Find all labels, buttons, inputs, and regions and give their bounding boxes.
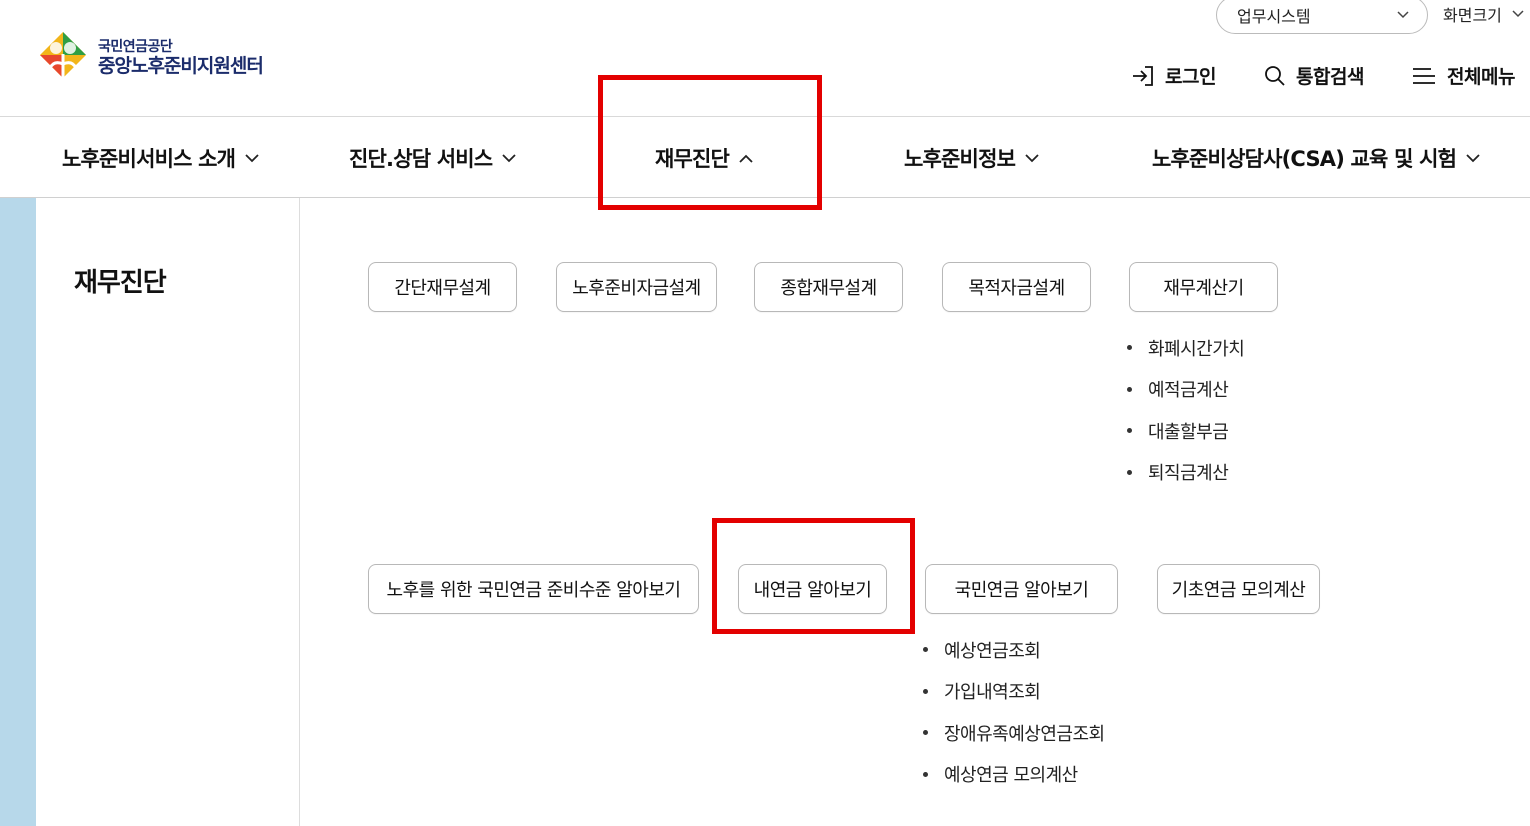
side-accent-strip [0,198,36,826]
bullet-icon [1127,345,1132,351]
list-item-label: 예상연금조회 [944,640,1041,662]
list-item[interactable]: 화폐시간가치 [1127,327,1245,369]
search-label: 통합검색 [1296,66,1364,88]
list-item-label: 장애유족예상연금조회 [944,723,1105,745]
bullet-icon [923,688,928,694]
integrated-search-link[interactable]: 통합검색 [1264,62,1364,89]
site-logo[interactable]: 국민연금공단 중앙노후준비지원센터 [34,30,304,86]
gnb-label: 노후준비정보 [904,147,1016,171]
gnb-label: 진단.상담 서비스 [349,147,493,171]
gnb-item-service-intro[interactable]: 노후준비서비스 소개 [62,140,259,176]
gnb-label: 노후준비상담사(CSA) 교육 및 시험 [1152,147,1457,171]
login-link[interactable]: 로그인 [1131,62,1216,89]
submenu-title: 재무진단 [74,268,167,298]
national-pension-sub-list: 예상연금조회 가입내역조회 장애유족예상연금조회 예상연금 모의계산 [923,629,1105,795]
comprehensive-financial-plan-button[interactable]: 종합재무설계 [754,262,903,312]
list-item-label: 예상연금 모의계산 [944,765,1078,787]
biz-system-label: 업무시스템 [1237,7,1311,26]
simple-financial-plan-button[interactable]: 간단재무설계 [368,262,517,312]
gnb-label: 노후준비서비스 소개 [62,147,236,171]
all-menu-button[interactable]: 전체메뉴 [1411,62,1515,89]
pension-readiness-button[interactable]: 노후를 위한 국민연금 준비수준 알아보기 [368,564,699,614]
submenu-divider [299,198,300,826]
screen-size-label: 화면크기 [1443,6,1502,25]
list-item[interactable]: 장애유족예상연금조회 [923,712,1105,754]
national-pension-button[interactable]: 국민연금 알아보기 [925,564,1118,614]
login-label: 로그인 [1165,66,1216,88]
list-item[interactable]: 대출할부금 [1127,410,1244,452]
nps-logo-icon [40,32,86,84]
logo-org-name: 국민연금공단 [98,39,173,55]
list-item-label: 예적금계산 [1148,380,1229,402]
logo-center-name: 중앙노후준비지원센터 [98,55,264,77]
chevron-down-icon [1025,153,1039,162]
gnb-item-retirement-info[interactable]: 노후준비정보 [904,140,1039,176]
chevron-down-icon [245,153,259,162]
chevron-down-icon [1397,11,1409,19]
purpose-fund-plan-button[interactable]: 목적자금설계 [942,262,1091,312]
list-item[interactable]: 예적금계산 [1127,369,1244,411]
highlight-box-gnb [598,75,822,210]
login-icon [1133,65,1153,86]
hamburger-icon [1413,67,1435,84]
list-item-label: 가입내역조회 [944,682,1041,704]
list-item[interactable]: 가입내역조회 [923,671,1105,713]
chevron-down-icon [1466,153,1480,162]
financial-calculator-button[interactable]: 재무계산기 [1129,262,1278,312]
chevron-down-icon [502,153,516,162]
list-item-label: 퇴직금계산 [1148,463,1229,485]
bullet-icon [1127,469,1132,475]
bullet-icon [1127,386,1132,392]
chevron-down-icon [1512,10,1524,18]
list-item[interactable]: 예상연금조회 [923,629,1105,671]
search-icon [1265,65,1285,86]
screen-size-control[interactable]: 화면크기 [1443,2,1524,26]
bullet-icon [923,730,928,736]
list-item[interactable]: 퇴직금계산 [1127,452,1244,494]
list-item[interactable]: 예상연금 모의계산 [923,754,1105,796]
calculator-sub-list: 화폐시간가치 예적금계산 대출할부금 퇴직금계산 [1127,327,1245,494]
retirement-fund-plan-button[interactable]: 노후준비자금설계 [556,262,717,312]
list-item-label: 화폐시간가치 [1148,338,1245,360]
allmenu-label: 전체메뉴 [1447,66,1515,88]
bullet-icon [923,647,928,653]
gnb-item-csa-education[interactable]: 노후준비상담사(CSA) 교육 및 시험 [1152,140,1480,176]
list-item-label: 대출할부금 [1148,421,1229,443]
gnb-item-diagnosis-consult[interactable]: 진단.상담 서비스 [349,140,516,176]
bullet-icon [1127,428,1132,434]
highlight-box-my-pension [712,518,915,634]
basic-pension-simulation-button[interactable]: 기초연금 모의계산 [1157,564,1320,614]
bullet-icon [923,771,928,777]
biz-system-select[interactable]: 업무시스템 [1216,0,1428,34]
